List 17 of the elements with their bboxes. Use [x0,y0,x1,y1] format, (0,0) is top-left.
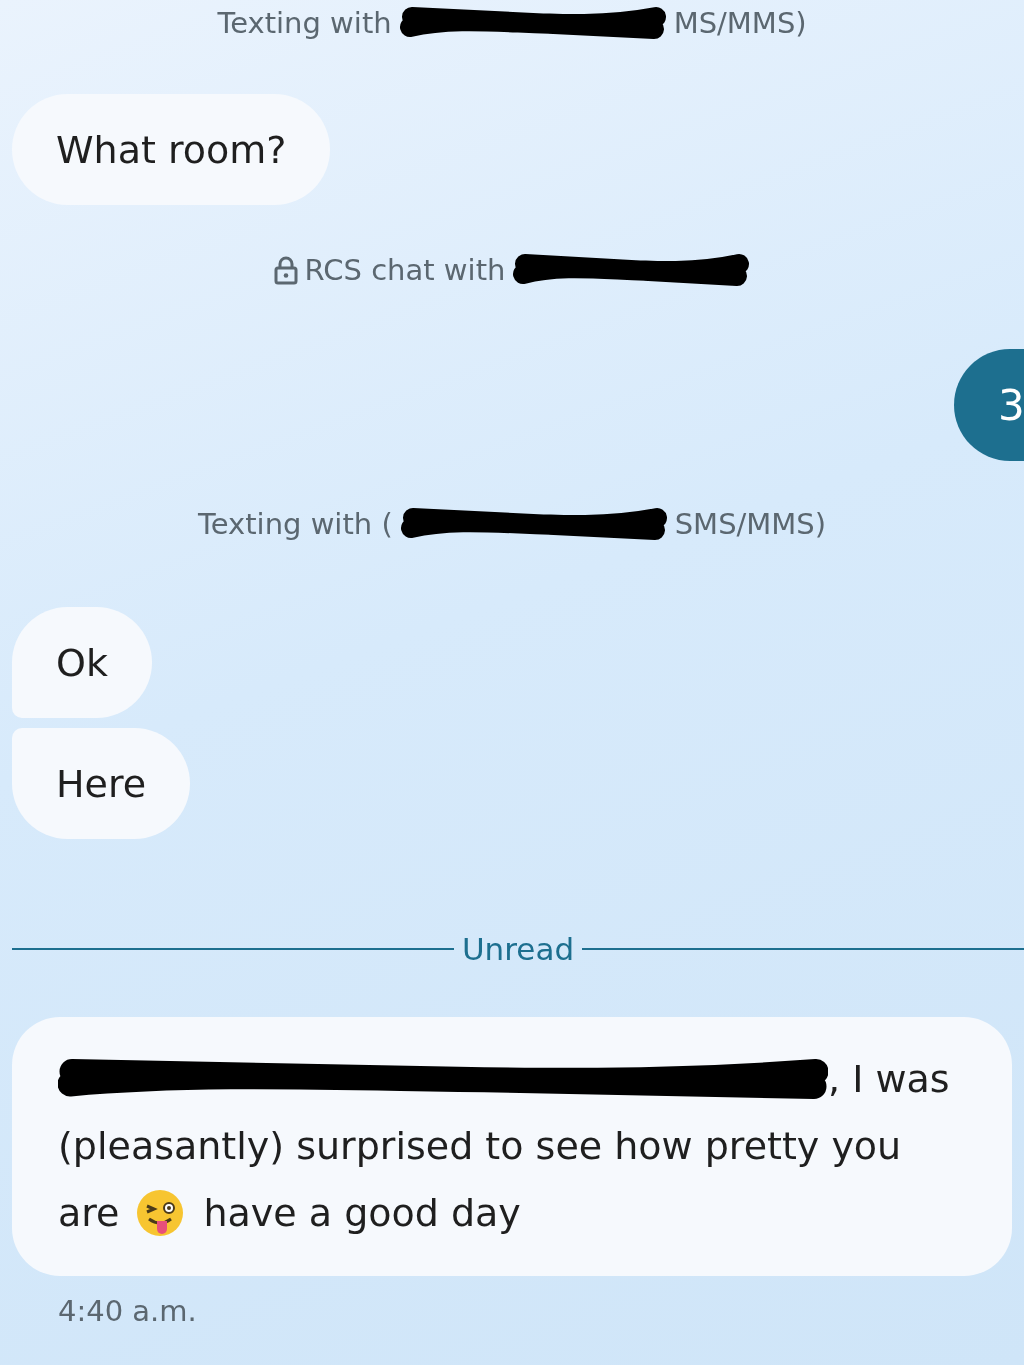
conversation-notice: SMS/MMS) [674,507,827,541]
message-bubble: Ok [12,607,152,718]
message-timestamp: 4:40 a.m. [58,1294,198,1328]
conversation-notice: Texting with [217,6,392,40]
message-text: , I was [828,1056,950,1101]
unread-divider-label: Unread [461,931,575,967]
message-text: are [58,1190,120,1235]
message-text: have a good day [203,1190,521,1235]
message-text: (pleasantly) surprised to see how pretty you [58,1123,902,1168]
conversation-notice: RCS chat with [304,253,506,287]
message-bubble: What room? [12,94,331,205]
lock-icon [272,255,299,285]
conversation-notice: MS/MMS) [673,6,807,40]
conversation-notice: Texting with ( [197,507,393,541]
winking-face-icon [135,1187,186,1238]
count-badge[interactable]: 3 [954,349,1024,461]
message-bubble: Here [12,728,191,839]
